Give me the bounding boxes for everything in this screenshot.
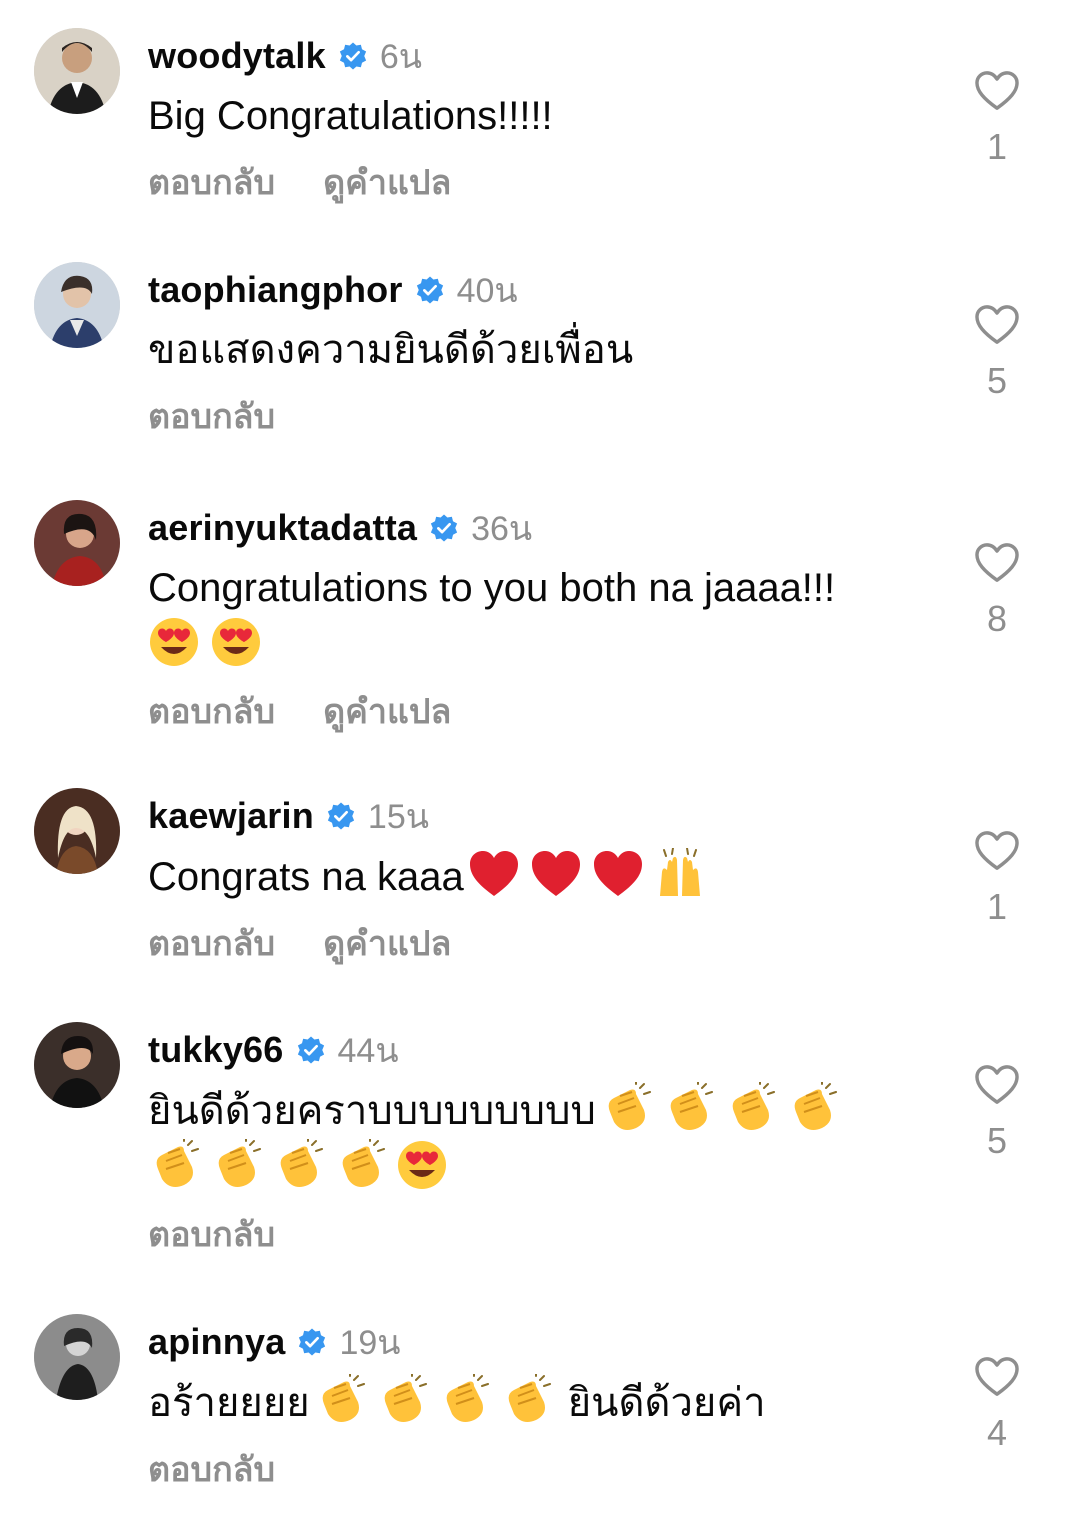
avatar[interactable] bbox=[34, 28, 120, 114]
clapping-hands-emoji-icon bbox=[724, 1082, 776, 1134]
clapping-hands-emoji-icon bbox=[438, 1374, 490, 1426]
timestamp: 44น bbox=[337, 1032, 399, 1070]
see-translation-button[interactable]: ดูคำแปล bbox=[323, 155, 451, 209]
reply-button[interactable]: ตอบกลับ bbox=[148, 1442, 275, 1496]
red-heart-emoji-icon bbox=[530, 848, 582, 900]
comment-text: ยินดีด้วยคราบบบบบบบบบ bbox=[148, 1082, 938, 1196]
avatar[interactable] bbox=[34, 262, 120, 348]
heart-icon[interactable] bbox=[974, 70, 1020, 112]
verified-badge-icon bbox=[299, 1328, 326, 1356]
clapping-hands-emoji-icon bbox=[662, 1082, 714, 1134]
heart-icon[interactable] bbox=[974, 542, 1020, 584]
like-count: 8 bbox=[986, 598, 1008, 639]
reply-button[interactable]: ตอบกลับ bbox=[148, 1207, 275, 1261]
username[interactable]: taophiangphor bbox=[148, 269, 403, 311]
heart-icon[interactable] bbox=[974, 1356, 1020, 1398]
heart-icon[interactable] bbox=[974, 1064, 1020, 1106]
red-heart-emoji-icon bbox=[468, 848, 520, 900]
reply-button[interactable]: ตอบกลับ bbox=[148, 155, 275, 209]
heart-eyes-emoji-icon bbox=[148, 616, 200, 668]
heart-eyes-emoji-icon bbox=[210, 616, 262, 668]
verified-badge-icon bbox=[416, 276, 443, 304]
raised-hands-emoji-icon bbox=[654, 848, 706, 900]
timestamp: 15น bbox=[367, 798, 429, 836]
username[interactable]: aerinyuktadatta bbox=[148, 507, 417, 549]
timestamp: 40น bbox=[456, 272, 518, 310]
comment-text-suffix: ยินดีด้วยค่า bbox=[567, 1381, 766, 1425]
see-translation-button[interactable]: ดูคำแปล bbox=[323, 916, 451, 970]
comment-text: Congrats na kaaa bbox=[148, 848, 938, 905]
comment-text-content: Congratulations to you both na jaaaa!!! bbox=[148, 566, 836, 610]
timestamp: 6น bbox=[379, 38, 422, 76]
reply-button[interactable]: ตอบกลับ bbox=[148, 389, 275, 443]
comment-text-content: Congrats na kaaa bbox=[148, 855, 464, 899]
clapping-hands-emoji-icon bbox=[148, 1139, 200, 1191]
username[interactable]: kaewjarin bbox=[148, 795, 314, 837]
clapping-hands-emoji-icon bbox=[500, 1374, 552, 1426]
like-count: 5 bbox=[986, 1120, 1008, 1161]
like-count: 4 bbox=[986, 1412, 1008, 1453]
avatar[interactable] bbox=[34, 788, 120, 874]
verified-badge-icon bbox=[430, 514, 458, 542]
comment-text-content: ยินดีด้วยคราบบบบบบบบบ bbox=[148, 1089, 596, 1133]
reply-button[interactable]: ตอบกลับ bbox=[148, 684, 275, 738]
clapping-hands-emoji-icon bbox=[600, 1082, 652, 1134]
reply-button[interactable]: ตอบกลับ bbox=[148, 916, 275, 970]
avatar[interactable] bbox=[34, 1314, 120, 1400]
red-heart-emoji-icon bbox=[592, 848, 644, 900]
like-count: 1 bbox=[986, 886, 1008, 927]
timestamp: 36น bbox=[471, 510, 533, 548]
heart-eyes-emoji-icon bbox=[396, 1139, 448, 1191]
comment-text: อร้ายยยย ยินดีด้วยค่า bbox=[148, 1374, 938, 1431]
see-translation-button[interactable]: ดูคำแปล bbox=[323, 684, 451, 738]
comment-text: Big Congratulations!!!!! bbox=[148, 94, 553, 138]
username[interactable]: apinnya bbox=[148, 1321, 285, 1363]
comment-text: ขอแสดงความยินดีด้วยเพื่อน bbox=[148, 328, 634, 372]
verified-badge-icon bbox=[339, 42, 366, 70]
username[interactable]: woodytalk bbox=[148, 35, 326, 77]
verified-badge-icon bbox=[327, 802, 355, 830]
username[interactable]: tukky66 bbox=[148, 1029, 284, 1071]
timestamp: 19น bbox=[339, 1324, 401, 1362]
clapping-hands-emoji-icon bbox=[272, 1139, 324, 1191]
clapping-hands-emoji-icon bbox=[314, 1374, 366, 1426]
heart-icon[interactable] bbox=[974, 830, 1020, 872]
clapping-hands-emoji-icon bbox=[376, 1374, 428, 1426]
clapping-hands-emoji-icon bbox=[334, 1139, 386, 1191]
like-count: 1 bbox=[986, 126, 1008, 167]
avatar[interactable] bbox=[34, 1022, 120, 1108]
comment-text-content: อร้ายยยย bbox=[148, 1381, 310, 1425]
clapping-hands-emoji-icon bbox=[786, 1082, 838, 1134]
clapping-hands-emoji-icon bbox=[210, 1139, 262, 1191]
like-count: 5 bbox=[986, 360, 1008, 401]
heart-icon[interactable] bbox=[974, 304, 1020, 346]
verified-badge-icon bbox=[297, 1036, 324, 1064]
avatar[interactable] bbox=[34, 500, 120, 586]
comment-text: Congratulations to you both na jaaaa!!! bbox=[148, 560, 938, 673]
